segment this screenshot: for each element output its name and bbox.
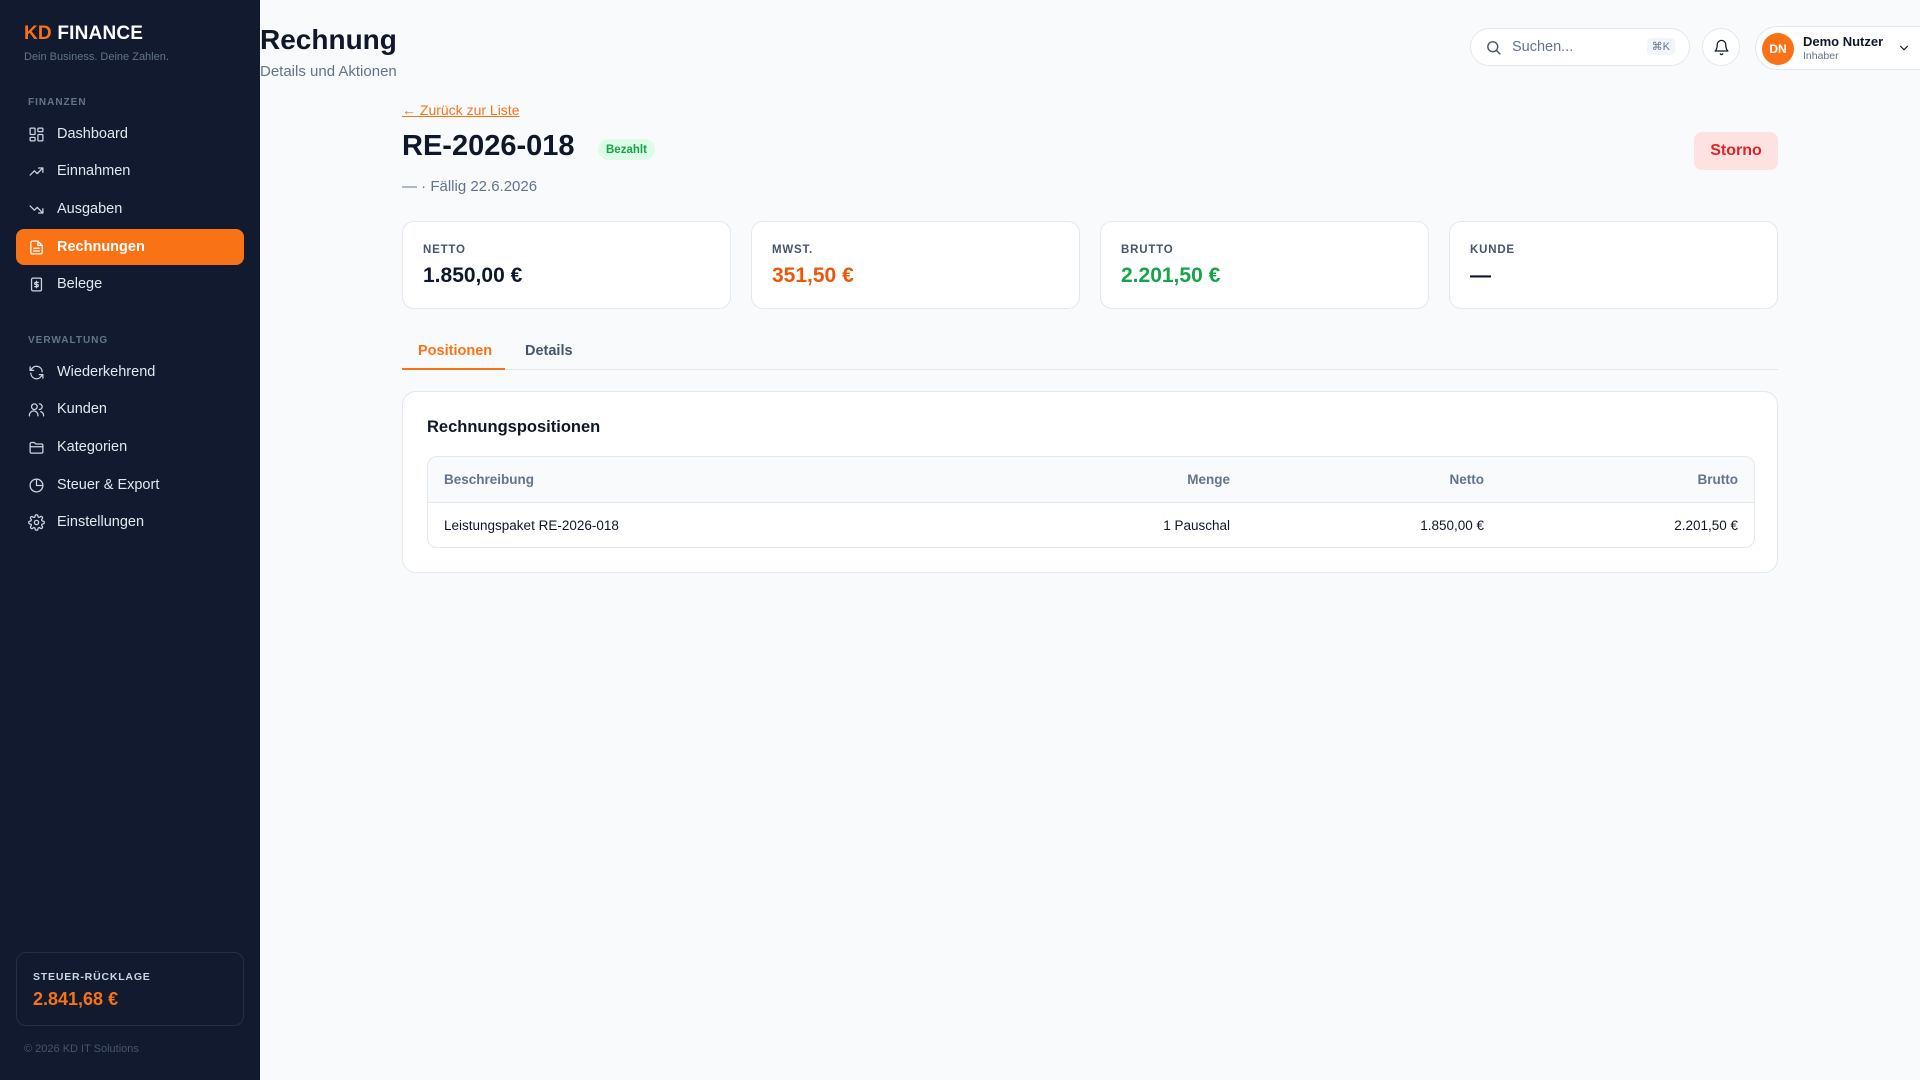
sidebar-item-kunden[interactable]: Kunden <box>16 391 244 427</box>
notifications-button[interactable] <box>1702 28 1740 66</box>
sidebar-item-label: Einnahmen <box>57 163 131 179</box>
sidebar-item-label: Steuer & Export <box>57 477 160 493</box>
card-label: BRUTTO <box>1121 244 1174 256</box>
tab-positionen[interactable]: Positionen <box>402 336 505 370</box>
tax-reserve-value: 2.841,68 € <box>33 989 119 1009</box>
sidebar-item-label: Ausgaben <box>57 201 123 217</box>
user-role: Inhaber <box>1803 50 1839 62</box>
pie-chart-icon <box>29 477 44 493</box>
panel-title: Rechnungspositionen <box>427 418 601 436</box>
positions-table: Beschreibung Menge Netto Brutto Leistung… <box>427 456 1755 548</box>
cell-netto: 1.850,00 € <box>1420 518 1484 533</box>
kunde-card: KUNDE — <box>1449 221 1778 309</box>
tax-reserve-label: STEUER-RÜCKLAGE <box>33 971 151 983</box>
sidebar-item-dashboard[interactable]: Dashboard <box>16 116 244 152</box>
card-label: MWST. <box>772 244 814 256</box>
copyright: © 2026 KD IT Solutions <box>24 1043 139 1055</box>
folder-icon <box>29 441 44 454</box>
page-title: Rechnung <box>260 24 397 55</box>
search-shortcut: ⌘K <box>1646 38 1675 55</box>
page-subtitle: Details und Aktionen <box>260 63 397 80</box>
positions-panel: Rechnungspositionen Beschreibung Menge N… <box>402 391 1778 573</box>
sidebar-item-wiederkehrend[interactable]: Wiederkehrend <box>16 354 244 390</box>
storno-button[interactable]: Storno <box>1694 132 1778 170</box>
brand-tagline: Dein Business. Deine Zahlen. <box>24 51 169 63</box>
card-value: 1.850,00 € <box>423 264 523 287</box>
user-name: Demo Nutzer <box>1803 34 1884 49</box>
dashboard-icon <box>29 126 44 142</box>
sidebar-item-rechnungen[interactable]: Rechnungen <box>16 229 244 265</box>
column-header-menge: Menge <box>1187 472 1230 487</box>
card-label: NETTO <box>423 244 466 256</box>
section-label-verwaltung: VERWALTUNG <box>28 335 109 346</box>
tax-reserve-card: STEUER-RÜCKLAGE 2.841,68 € <box>16 952 244 1026</box>
sidebar-item-label: Belege <box>57 276 103 292</box>
sidebar-item-einstellungen[interactable]: Einstellungen <box>16 504 244 540</box>
brand-kd: KD <box>24 23 52 44</box>
status-badge: Bezahlt <box>598 139 655 160</box>
search-placeholder: Suchen... <box>1512 39 1574 55</box>
cell-beschreibung: Leistungspaket RE-2026-018 <box>444 518 619 533</box>
tab-details[interactable]: Details <box>525 336 595 370</box>
sidebar-item-steuer-export[interactable]: Steuer & Export <box>16 467 244 503</box>
invoice-number: RE-2026-018 <box>402 130 575 162</box>
sidebar-item-label: Einstellungen <box>57 514 145 530</box>
section-label-finanzen: FINANZEN <box>28 97 87 108</box>
chevron-down-icon <box>1899 45 1909 51</box>
trending-up-icon <box>29 166 44 176</box>
brand-name: FINANCE <box>51 23 144 44</box>
sidebar-item-label: Dashboard <box>57 126 128 142</box>
sidebar-item-label: Rechnungen <box>57 239 145 255</box>
brutto-card: BRUTTO 2.201,50 € <box>1100 221 1429 309</box>
card-value: 351,50 € <box>772 264 854 287</box>
due-date-line: — · Fällig 22.6.2026 <box>402 178 538 195</box>
sidebar-item-einnahmen[interactable]: Einnahmen <box>16 153 244 189</box>
bell-icon <box>1713 39 1729 55</box>
sidebar-item-label: Wiederkehrend <box>57 364 156 380</box>
table-header: Beschreibung Menge Netto Brutto <box>428 457 1754 503</box>
users-icon <box>28 402 45 417</box>
cell-menge: 1 Pauschal <box>1163 518 1230 533</box>
gear-icon <box>28 513 45 531</box>
receipt-icon <box>30 276 43 292</box>
sidebar-item-ausgaben[interactable]: Ausgaben <box>16 191 244 227</box>
brand-logo[interactable]: KD FINANCE <box>24 23 143 45</box>
sidebar-item-label: Kategorien <box>57 439 128 455</box>
sidebar-item-kategorien[interactable]: Kategorien <box>16 429 244 465</box>
mwst-card: MWST. 351,50 € <box>751 221 1080 309</box>
column-header-brutto: Brutto <box>1697 472 1739 487</box>
user-menu[interactable]: DN Demo Nutzer Inhaber <box>1755 26 1920 70</box>
card-value: 2.201,50 € <box>1121 264 1221 287</box>
search-icon <box>1487 40 1501 55</box>
tab-bar: Positionen Details <box>402 336 1778 370</box>
search-input[interactable]: Suchen... ⌘K <box>1470 28 1690 66</box>
card-value: — <box>1470 264 1491 287</box>
column-header-beschreibung: Beschreibung <box>444 472 535 487</box>
sidebar-item-label: Kunden <box>57 401 107 417</box>
column-header-netto: Netto <box>1449 472 1485 487</box>
card-label: KUNDE <box>1470 244 1515 256</box>
netto-card: NETTO 1.850,00 € <box>402 221 731 309</box>
file-icon <box>30 239 43 255</box>
back-to-list-link[interactable]: ← Zurück zur Liste <box>402 102 519 118</box>
avatar: DN <box>1762 33 1794 65</box>
sidebar: KD FINANCE Dein Business. Deine Zahlen. … <box>0 0 260 1080</box>
trending-down-icon <box>29 204 44 214</box>
cell-brutto: 2.201,50 € <box>1674 518 1738 533</box>
refresh-icon <box>29 365 44 379</box>
sidebar-item-belege[interactable]: Belege <box>16 266 244 302</box>
